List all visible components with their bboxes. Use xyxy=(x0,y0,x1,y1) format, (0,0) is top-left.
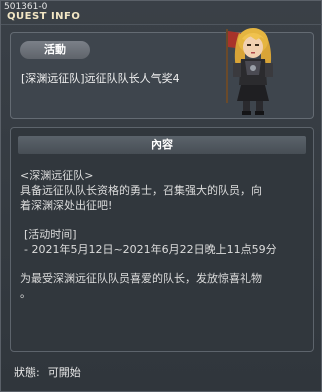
event-badge: 活動 xyxy=(20,41,90,59)
content-line: 具备远征队队长资格的勇士，召集强大的队员，向 xyxy=(20,184,262,197)
content-line: [活动时间] xyxy=(24,228,77,241)
content-line: 着深渊深处出征吧! xyxy=(20,199,113,212)
quest-info-window: 501361-0 QUEST INFO 活動 [深渊远征队]远征队队长人气奖4 xyxy=(0,0,322,392)
npc-character-icon xyxy=(226,28,273,115)
content-line: 。 xyxy=(20,287,31,300)
status-value: 可開始 xyxy=(47,366,81,379)
quest-status: 狀態: 可開始 xyxy=(14,364,81,380)
quest-name: [深渊远征队]远征队队长人气奖4 xyxy=(21,72,180,85)
content-line: 为最受深渊远征队队员喜爱的队长，发放惊喜礼物 xyxy=(20,272,262,285)
content-line: - 2021年5月12日~2021年6月22日晚上11点59分 xyxy=(24,243,277,256)
content-panel: 內容 <深渊远征队> 具备远征队队长资格的勇士，召集强大的队员，向 着深渊深处出… xyxy=(10,127,314,352)
status-label: 狀態: xyxy=(14,366,40,379)
content-body: <深渊远征队> 具备远征队队长资格的勇士，召集强大的队员，向 着深渊深处出征吧!… xyxy=(20,168,310,301)
window-title: QUEST INFO xyxy=(7,11,81,22)
content-line: <深渊远征队> xyxy=(20,169,94,182)
content-header: 內容 xyxy=(18,136,306,154)
